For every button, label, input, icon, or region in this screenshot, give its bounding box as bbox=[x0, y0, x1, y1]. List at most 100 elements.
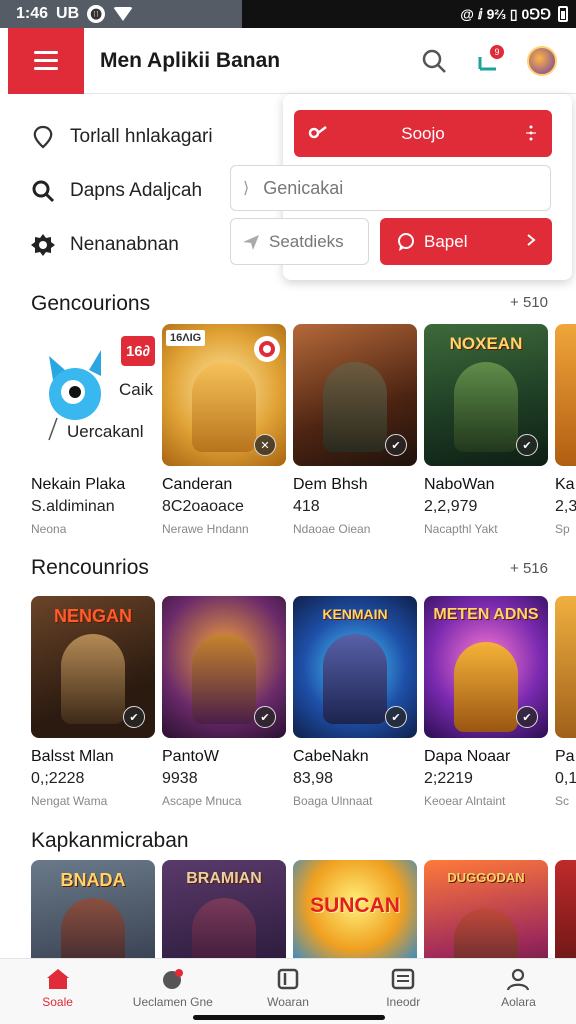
location-pin-icon bbox=[33, 125, 53, 149]
search-button[interactable] bbox=[414, 41, 454, 81]
filter-chip[interactable]: Seatdieks bbox=[230, 218, 369, 265]
play-icon: ✔ bbox=[385, 434, 407, 456]
status-bar-left: 1:46 UB ⓫ bbox=[0, 0, 242, 28]
game-thumbnail: NENGAN ✔ bbox=[31, 596, 155, 738]
panel-search-input[interactable]: ⟩ Genicakai bbox=[230, 165, 551, 211]
game-card[interactable]: DUGGODAN bbox=[424, 860, 548, 958]
thumb-caption: Caik bbox=[119, 380, 154, 399]
game-publisher: Nacapthl Yakt bbox=[424, 522, 498, 536]
play-icon: ✔ bbox=[516, 706, 538, 728]
game-card[interactable] bbox=[555, 860, 576, 958]
play-icon: ✔ bbox=[516, 434, 538, 456]
game-card[interactable]: Pa 0,1 Sc bbox=[555, 596, 576, 808]
game-publisher: Sc bbox=[555, 794, 570, 808]
status-bar: 1:46 UB ⓫ @ ⅈ 9⅔ ▯ 0⅁⅁ bbox=[0, 0, 576, 28]
nav-tab-home[interactable]: Soale bbox=[0, 959, 115, 1024]
side-menu-label: Nenanabnan bbox=[70, 234, 179, 255]
game-thumbnail: METEN ADNS ✔ bbox=[424, 596, 548, 738]
thumb-badge: 16∂ bbox=[121, 336, 155, 366]
chevron-right-icon: ⟩ bbox=[243, 180, 250, 197]
send-icon bbox=[243, 234, 259, 250]
hamburger-menu-button[interactable] bbox=[8, 27, 84, 94]
inbox-icon bbox=[391, 968, 415, 990]
game-name: Dem Bhsh bbox=[293, 476, 368, 493]
notification-badge: 9 bbox=[490, 44, 504, 59]
play-icon: ✔ bbox=[385, 706, 407, 728]
nav-tab-label: Ueclamen Gne bbox=[132, 995, 213, 1009]
key-icon bbox=[308, 123, 328, 148]
game-publisher: Nerawe Hndann bbox=[162, 522, 249, 536]
character-art bbox=[192, 362, 256, 452]
game-card[interactable]: METEN ADNS ✔ Dapa Noaar 2;2219 Keoear Al… bbox=[424, 596, 548, 808]
game-publisher: Sp bbox=[555, 522, 570, 536]
section-title: Gencourions bbox=[31, 292, 151, 315]
section-see-more[interactable]: + 510 bbox=[510, 294, 548, 311]
side-menu-item-location[interactable]: Torlall hnlakagari bbox=[30, 110, 280, 164]
game-count: 0,;2228 bbox=[31, 770, 85, 787]
game-thumbnail: ✔ bbox=[293, 324, 417, 466]
game-card[interactable]: 16ΛIG ✕ Canderan 8C2oaoace Nerawe Hndann bbox=[162, 324, 286, 536]
game-card[interactable]: ✔ Dem Bhsh 418 Ndaoae Oiean bbox=[293, 324, 417, 536]
chat-bubble-icon bbox=[398, 232, 414, 251]
game-logo-text: METEN ADNS bbox=[433, 606, 539, 623]
game-name: NaboWan bbox=[424, 476, 495, 493]
game-card[interactable]: ✔ PantoW 9938 Ascape Mnuca bbox=[162, 596, 286, 808]
game-publisher: Keoear Alntaint bbox=[424, 794, 506, 808]
game-logo-text: BRAMIAN bbox=[186, 870, 262, 887]
game-name: PantoW bbox=[162, 748, 219, 765]
home-indicator[interactable] bbox=[193, 1015, 385, 1020]
game-thumbnail: 16ΛIG ✕ bbox=[162, 324, 286, 466]
game-thumbnail: 16∂ Caik Uercakanl bbox=[31, 324, 155, 466]
game-count: 9938 bbox=[162, 770, 198, 787]
game-logo-text: NENGAN bbox=[53, 606, 132, 626]
status-bar-right: @ ⅈ 9⅔ ▯ 0⅁⅁ bbox=[242, 0, 576, 28]
game-logo-text: SUNCAN bbox=[310, 894, 400, 917]
game-name: Ka bbox=[555, 476, 575, 493]
game-logo-text: BNADA bbox=[60, 870, 126, 890]
thumb-caption: Uercakanl bbox=[67, 422, 144, 441]
game-card[interactable]: NOXEAN ✔ NaboWan 2,2,979 Nacapthl Yakt bbox=[424, 324, 548, 536]
game-thumbnail: NOXEAN ✔ bbox=[424, 324, 548, 466]
side-menu-label: Dapns Adaljcah bbox=[70, 180, 203, 201]
game-row: NENGAN ✔ Balsst Mlan 0,;2228 Nengat Wama… bbox=[0, 596, 576, 826]
play-icon: ✕ bbox=[254, 434, 276, 456]
game-thumbnail: KENMAIN ✔ bbox=[293, 596, 417, 738]
battery-icon bbox=[558, 6, 568, 22]
game-count: 2;2219 bbox=[424, 770, 473, 787]
nav-tab-label: Soale bbox=[42, 995, 73, 1009]
game-card[interactable]: 16∂ Caik Uercakanl Nekain Plaka S.aldimi… bbox=[31, 324, 155, 536]
game-count: 83,98 bbox=[293, 770, 334, 787]
wifi-icon bbox=[113, 7, 134, 21]
primary-action-button[interactable]: Soojo bbox=[294, 110, 552, 157]
filter-chip-label: Seatdieks bbox=[269, 231, 344, 251]
game-thumbnail bbox=[555, 596, 576, 738]
dots-icon bbox=[524, 124, 538, 147]
status-right-text: @ ⅈ 9⅔ ▯ 0⅁⅁ bbox=[460, 5, 551, 22]
play-icon: ✔ bbox=[254, 706, 276, 728]
game-card[interactable]: SUNCAN bbox=[293, 860, 417, 958]
game-count: 8C2oaoace bbox=[162, 498, 244, 515]
thumb-badge: 16ΛIG bbox=[166, 330, 206, 346]
notifications-button[interactable]: 9 bbox=[468, 41, 508, 81]
game-card[interactable]: NENGAN ✔ Balsst Mlan 0,;2228 Nengat Wama bbox=[31, 596, 155, 808]
game-publisher: Nengat Wama bbox=[31, 794, 108, 808]
game-card[interactable]: KENMAIN ✔ CabeNakn 83,98 Boaga Ulnnaat bbox=[293, 596, 417, 808]
game-card[interactable]: BNADA bbox=[31, 860, 155, 958]
game-card[interactable]: Ka 2,3 Sp bbox=[555, 324, 576, 536]
game-card[interactable]: BRAMIAN bbox=[162, 860, 286, 958]
game-name: Balsst Mlan bbox=[31, 748, 114, 765]
game-logo-text: KENMAIN bbox=[322, 606, 388, 622]
gear-icon bbox=[31, 234, 55, 256]
nav-tab-profile[interactable]: Aolara bbox=[461, 959, 576, 1024]
avatar-button[interactable] bbox=[522, 41, 562, 81]
play-icon: ✔ bbox=[123, 706, 145, 728]
primary-action-label: Soojo bbox=[401, 123, 445, 143]
app-title: Men Aplikii Banan bbox=[100, 48, 281, 72]
section-title: Kapkanmicraban bbox=[31, 829, 189, 852]
status-time: 1:46 bbox=[16, 5, 49, 22]
game-logo-text: DUGGODAN bbox=[447, 870, 525, 885]
panel-action-button[interactable]: Bapel bbox=[380, 218, 552, 265]
game-publisher: Boaga Ulnnaat bbox=[293, 794, 373, 808]
panel-search-placeholder: Genicakai bbox=[263, 177, 344, 198]
section-see-more[interactable]: + 516 bbox=[510, 560, 548, 577]
